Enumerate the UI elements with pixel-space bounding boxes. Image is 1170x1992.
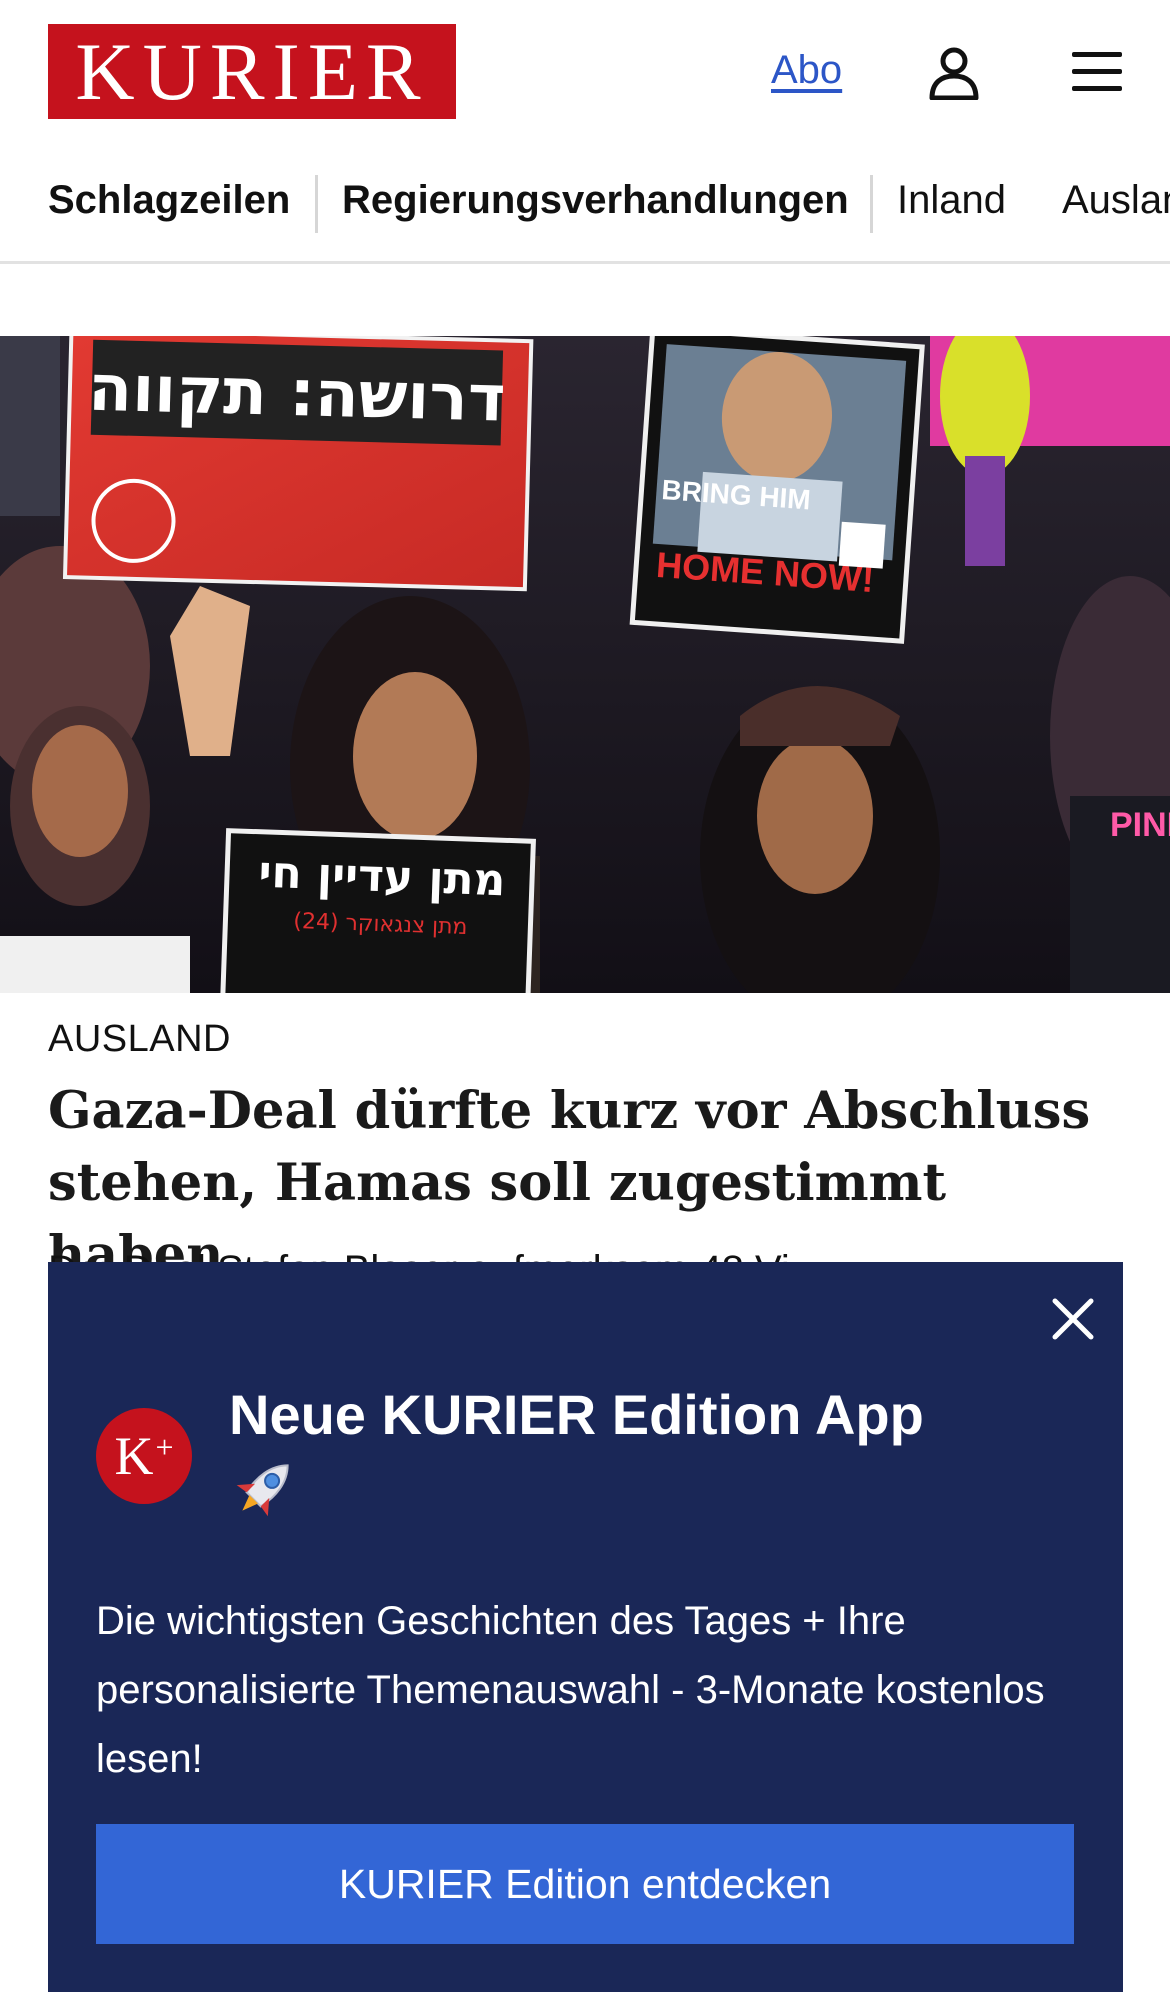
modal-description: Die wichtigsten Geschichten des Tages + … [96,1599,1045,1781]
app-promo-modal: K + Neue KURIER Edition App Die wichtigst… [48,1262,1123,1992]
nav-separator [870,175,873,233]
kurier-plus-badge: K + [96,1408,192,1504]
sign-hebrew-bottom: מתן עדיין חי [258,847,507,907]
kurier-logo[interactable]: KURIER [48,24,456,119]
article-kicker[interactable]: AUSLAND [48,1018,231,1061]
user-icon[interactable] [928,46,980,100]
logo-text: KURIER [75,25,429,117]
close-icon[interactable] [1043,1289,1103,1349]
section-nav: Schlagzeilen Regierungsverhandlungen Inl… [0,145,1170,264]
hamburger-menu-icon[interactable] [1070,48,1126,96]
badge-letter: K [114,1426,154,1486]
modal-title: Neue KURIER Edition App [229,1383,924,1446]
sign-pink: PINK [1110,806,1170,844]
nav-separator [315,175,318,233]
article-hero-image[interactable]: דרושה: תקווה BRING HIM HOME NOW! PINK [0,336,1170,993]
rocket-icon [236,1464,289,1517]
sign-hebrew-top: דרושה: תקווה [87,352,506,437]
badge-plus: + [155,1428,174,1465]
discover-edition-button[interactable]: KURIER Edition entdecken [96,1824,1074,1944]
nav-item-regierungsverhandlungen[interactable]: Regierungsverhandlungen [342,178,849,223]
nav-item-inland[interactable]: Inland [897,178,1006,223]
site-header: KURIER Abo [0,0,1170,145]
nav-item-schlagzeilen[interactable]: Schlagzeilen [48,178,290,223]
abo-link[interactable]: Abo [771,48,842,93]
nav-item-ausland[interactable]: Ausland [1062,178,1170,223]
